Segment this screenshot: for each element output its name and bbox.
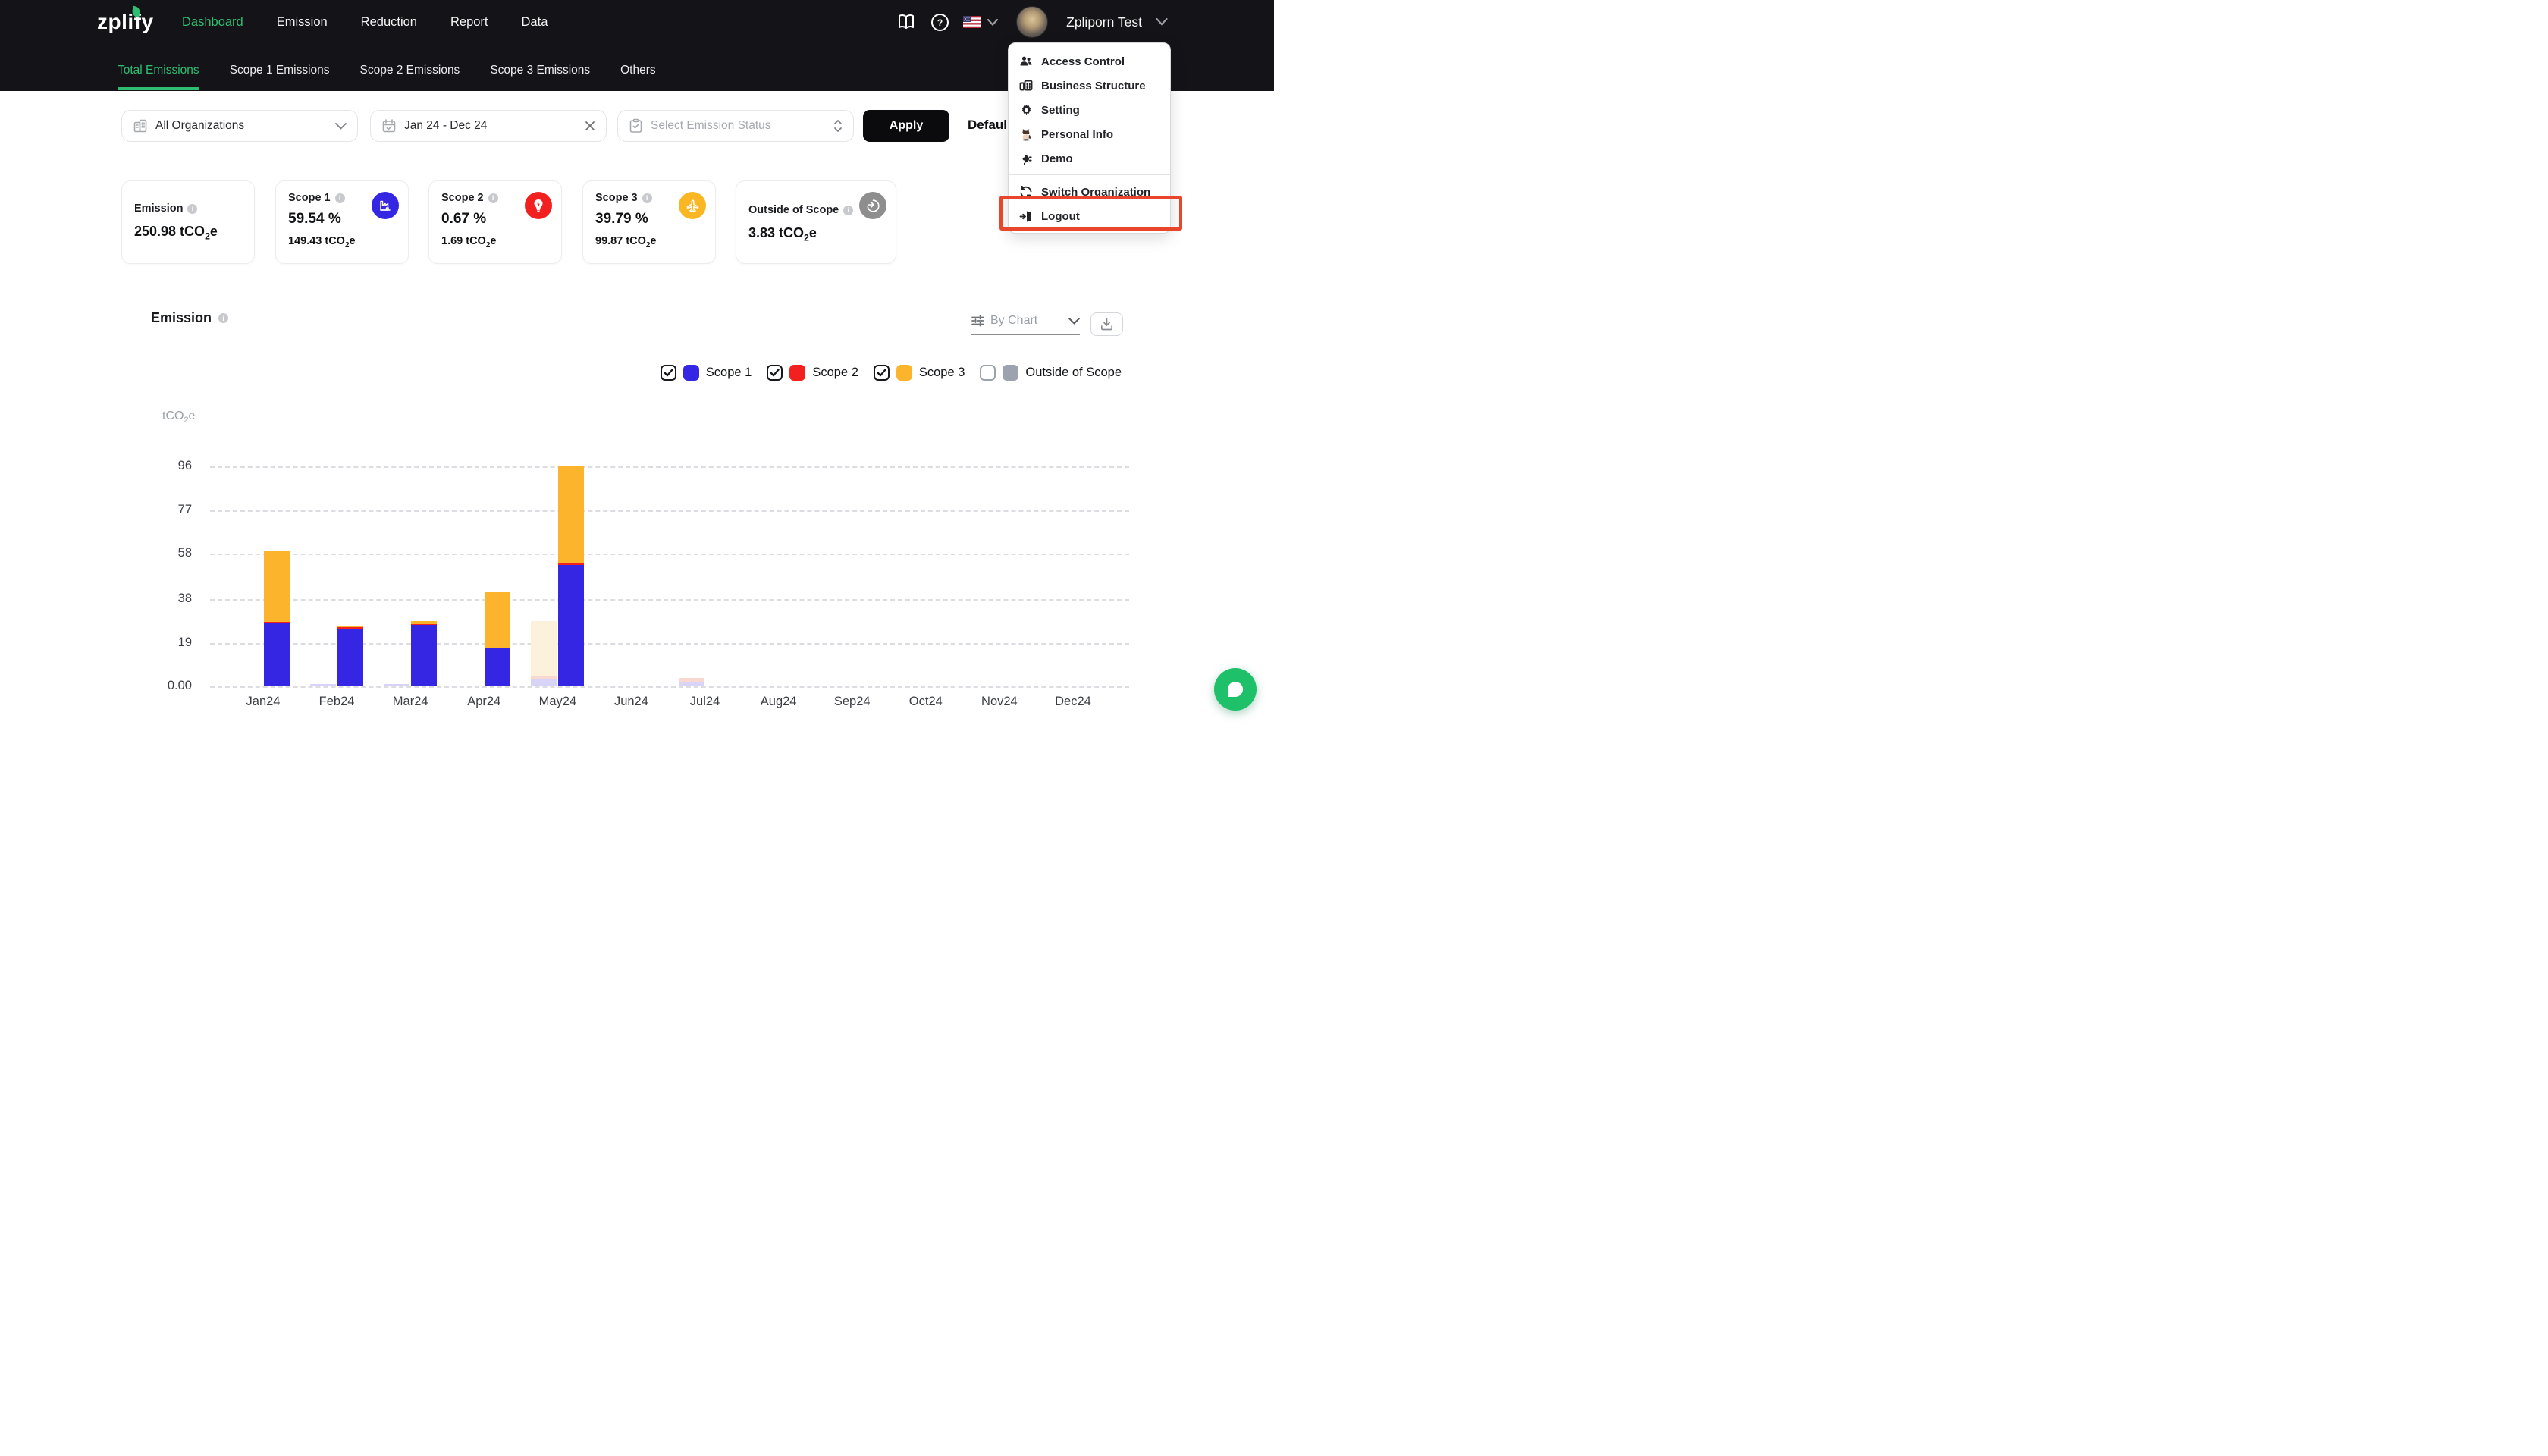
x-tick-label-sep24: Sep24: [816, 695, 889, 709]
y-tick-label: 19: [143, 635, 192, 650]
refresh-icon: [1019, 185, 1033, 199]
bar-faded-faded-cream-may24: [531, 621, 557, 675]
menu-item-switch-organization[interactable]: Switch Organization: [1009, 180, 1170, 204]
menu-item-label: Switch Organization: [1041, 186, 1150, 199]
x-tick-label-feb24: Feb24: [300, 695, 373, 709]
x-tick-label-jan24: Jan24: [227, 695, 300, 709]
y-tick-label: 58: [143, 546, 192, 560]
menu-item-setting[interactable]: Setting: [1009, 98, 1170, 122]
menu-item-demo[interactable]: Demo: [1009, 146, 1170, 171]
bar-solid-scope-1-may24: [558, 565, 584, 686]
x-tick-label-jun24: Jun24: [595, 695, 667, 709]
bar-solid-scope-1-feb24: [337, 629, 363, 686]
gridline-77: [210, 510, 1129, 512]
menu-item-label: Logout: [1041, 210, 1080, 223]
dashboard-screen: zplify DashboardEmissionReductionReportD…: [0, 0, 1274, 728]
bar-faded-faded-lavender-jul24: [679, 682, 704, 686]
menu-item-label: Personal Info: [1041, 128, 1113, 141]
logout-icon: [1019, 209, 1033, 223]
menu-divider: [1009, 174, 1170, 175]
cat-icon: [1019, 127, 1033, 141]
menu-item-label: Setting: [1041, 104, 1080, 117]
bar-solid-scope-3-apr24: [485, 592, 510, 648]
menu-item-business-structure[interactable]: Business Structure: [1009, 74, 1170, 98]
y-tick-label: 0.00: [143, 679, 192, 693]
menu-item-label: Business Structure: [1041, 80, 1146, 93]
gear-icon: [1019, 103, 1033, 117]
bar-solid-scope-2-may24: [558, 563, 584, 564]
bar-faded-faded-pink-may24: [531, 676, 557, 679]
menu-item-label: Access Control: [1041, 55, 1125, 68]
gridline-38: [210, 599, 1129, 601]
x-tick-label-nov24: Nov24: [963, 695, 1036, 709]
bar-solid-scope-1-apr24: [485, 648, 510, 686]
user-menu: Access Control Business Structure Setting P…: [1008, 42, 1171, 234]
y-tick-label: 77: [143, 503, 192, 517]
x-tick-label-jul24: Jul24: [669, 695, 742, 709]
bar-solid-scope-3-jan24: [264, 551, 290, 622]
bar-faded-faded-lavender-may24: [531, 679, 557, 686]
users-icon: [1019, 55, 1033, 68]
chat-bubble-icon: [1225, 679, 1245, 699]
x-tick-label-oct24: Oct24: [890, 695, 962, 709]
gridline-0.00: [210, 686, 1129, 688]
x-tick-label-mar24: Mar24: [374, 695, 447, 709]
y-tick-label: 38: [143, 592, 192, 606]
bar-solid-scope-3-may24: [558, 466, 584, 563]
bar-solid-scope-2-mar24: [411, 624, 437, 626]
bar-faded-faded-lavender-feb24: [310, 684, 336, 686]
x-tick-label-aug24: Aug24: [742, 695, 815, 709]
org-structure-icon: [1019, 79, 1033, 93]
menu-item-personal-info[interactable]: Personal Info: [1009, 122, 1170, 146]
chat-button[interactable]: [1214, 668, 1257, 711]
y-tick-label: 96: [143, 459, 192, 473]
x-tick-label-apr24: Apr24: [447, 695, 520, 709]
y-axis-unit-label: tCO2e: [162, 410, 195, 425]
gridline-96: [210, 466, 1129, 468]
bar-faded-faded-pink-jul24: [679, 678, 704, 682]
bar-solid-scope-1-mar24: [411, 625, 437, 686]
bar-solid-scope-3-mar24: [411, 621, 437, 624]
bar-solid-scope-1-jan24: [264, 623, 290, 686]
gridline-58: [210, 554, 1129, 555]
bar-faded-faded-lavender-mar24: [384, 684, 410, 686]
menu-item-logout[interactable]: Logout: [1009, 204, 1170, 228]
plug-icon: [1019, 152, 1033, 165]
menu-item-label: Demo: [1041, 152, 1073, 165]
bar-solid-scope-2-jan24: [264, 622, 290, 623]
bar-solid-scope-3-feb24: [337, 626, 363, 628]
x-tick-label-dec24: Dec24: [1037, 695, 1109, 709]
x-tick-label-may24: May24: [521, 695, 594, 709]
menu-item-access-control[interactable]: Access Control: [1009, 49, 1170, 74]
bar-solid-scope-2-feb24: [337, 627, 363, 628]
